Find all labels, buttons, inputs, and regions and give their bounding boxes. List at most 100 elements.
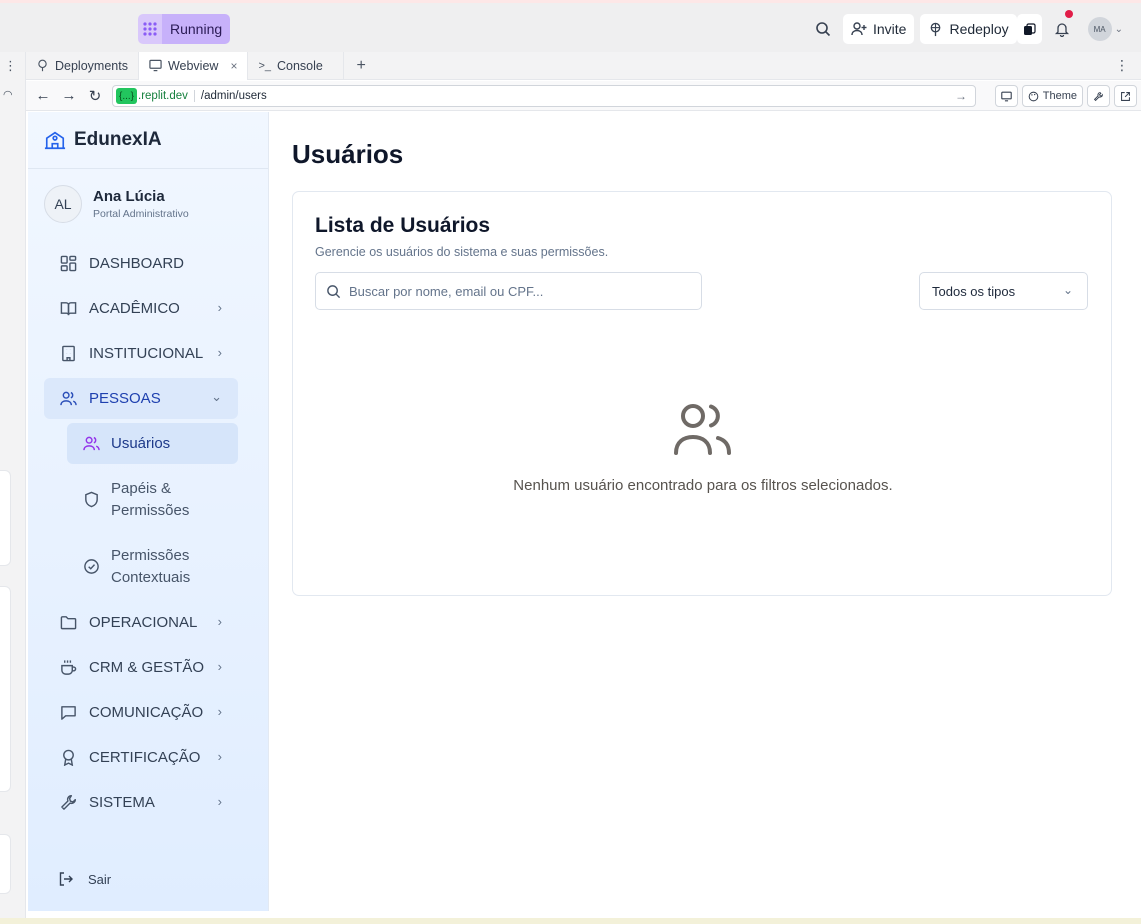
url-field[interactable]: {...} .replit.dev /admin/users →: [112, 85, 976, 107]
bottom-bar: [0, 918, 1141, 924]
panel-card: [0, 586, 11, 792]
close-icon[interactable]: ×: [230, 59, 237, 73]
more-vertical-icon[interactable]: ⋮: [4, 58, 17, 74]
sidebar-item-label: INSTITUCIONAL: [89, 345, 204, 362]
tab-label: Console: [277, 58, 323, 73]
sidebar-item-label: Usuários: [111, 434, 171, 452]
select-value: Todos os tipos: [932, 283, 1016, 299]
external-link-icon: [1121, 91, 1130, 101]
account-menu[interactable]: MA ⌄: [1082, 14, 1129, 44]
award-icon: [59, 749, 77, 767]
top-app-bar: Running Invite Redeploy MA ⌄: [0, 0, 1141, 52]
arrow-right-icon[interactable]: →: [955, 89, 967, 103]
logout-label: Sair: [88, 871, 112, 887]
search-box: [315, 272, 702, 310]
panel-card: [0, 834, 11, 894]
monitor-icon: [1000, 91, 1012, 101]
page-title: Usuários: [292, 139, 404, 169]
search-button[interactable]: [809, 14, 837, 44]
search-input[interactable]: [349, 283, 679, 299]
tab-console[interactable]: >_ Console: [248, 51, 345, 80]
deploy-icon: [38, 59, 47, 72]
open-new-tab-button[interactable]: [1114, 85, 1137, 107]
sidebar-item-institucional[interactable]: INSTITUCIONAL ›: [44, 333, 238, 374]
user-plus-icon: [851, 22, 867, 36]
reload-icon[interactable]: ↻: [82, 87, 108, 105]
logout-icon: [59, 872, 73, 886]
tab-webview[interactable]: Webview ×: [138, 51, 249, 80]
theme-button[interactable]: Theme: [1021, 85, 1083, 107]
theme-label: Theme: [1042, 90, 1077, 102]
chevron-right-icon: ›: [217, 704, 222, 719]
book-icon: [59, 300, 77, 318]
sidebar-item-label: Permissões Contextuais: [111, 546, 191, 586]
chevron-down-icon: ⌄: [1062, 283, 1073, 297]
gauge-icon[interactable]: ◠: [3, 88, 13, 101]
sidebar-item-dashboard[interactable]: DASHBOARD: [44, 243, 238, 284]
main-content: Usuários Lista de Usuários Gerencie os u…: [270, 112, 1135, 911]
sidebar-item-comunicacao[interactable]: COMUNICAÇÃO ›: [44, 692, 238, 733]
sidebar-item-label: COMUNICAÇÃO: [89, 704, 204, 721]
terminal-icon: >_: [258, 59, 271, 72]
empty-message: Nenhum usuário encontrado para os filtro…: [513, 477, 893, 494]
sidebar-item-certificacao[interactable]: CERTIFICAÇÃO ›: [44, 737, 238, 778]
chevron-right-icon: ›: [217, 659, 222, 674]
back-icon[interactable]: ←: [30, 87, 56, 104]
users-icon: [82, 435, 100, 453]
sidebar-item-academico[interactable]: ACADÊMICO ›: [44, 288, 238, 329]
sidebar-item-label: SISTEMA: [89, 794, 155, 811]
sidebar-item-usuarios[interactable]: Usuários: [67, 423, 238, 464]
users-card: Lista de Usuários Gerencie os usuários d…: [292, 191, 1112, 596]
grid-icon: [59, 255, 77, 273]
logout-button[interactable]: Sair: [58, 871, 111, 887]
empty-state: Nenhum usuário encontrado para os filtro…: [293, 401, 1113, 494]
tab-deployments[interactable]: Deployments: [26, 51, 139, 80]
chevron-right-icon: ›: [217, 749, 222, 764]
forward-icon[interactable]: →: [56, 87, 82, 104]
redeploy-button[interactable]: Redeploy: [920, 14, 1017, 44]
deploy-menu-button[interactable]: [1016, 14, 1042, 44]
deploy-icon: [931, 22, 941, 36]
url-path: /admin/users: [200, 90, 267, 102]
device-preview-button[interactable]: [994, 85, 1018, 107]
sidebar-item-label: CRM & GESTÃO: [89, 659, 205, 676]
users-icon: [674, 404, 731, 455]
message-icon: [59, 704, 77, 722]
devtools-button[interactable]: [1087, 85, 1110, 107]
run-status[interactable]: Running: [138, 14, 231, 44]
address-bar: ← → ↻ {...} .replit.dev /admin/users → T…: [26, 81, 1141, 111]
sidebar-item-label: CERTIFICAÇÃO: [89, 749, 201, 766]
coffee-icon: [59, 659, 77, 677]
sidebar-item-label: Papéis & Permissões: [111, 479, 190, 519]
sidebar-item-crm-gestao[interactable]: CRM & GESTÃO ›: [44, 647, 238, 688]
user-role: Portal Administrativo: [93, 208, 189, 220]
monitor-icon: [149, 59, 162, 72]
add-tab-button[interactable]: +: [344, 57, 377, 75]
sidebar-item-sistema[interactable]: SISTEMA ›: [44, 782, 238, 823]
brand[interactable]: EdunexIA: [28, 112, 268, 169]
sidebar-item-permissoes-contextuais[interactable]: Permissões Contextuais: [67, 535, 238, 598]
sidebar-item-operacional[interactable]: OPERACIONAL ›: [44, 602, 238, 643]
users-icon: [59, 390, 77, 408]
sidebar-item-pessoas[interactable]: PESSOAS ⌄: [44, 378, 238, 419]
tab-bar: Deployments Webview × >_ Console + ⋮: [26, 51, 1141, 80]
panel-card: [0, 470, 11, 566]
check-circle-icon: [82, 558, 100, 576]
chevron-right-icon: ›: [217, 614, 222, 629]
more-vertical-icon[interactable]: ⋮: [1115, 57, 1129, 74]
user-type-select[interactable]: Todos os tipos ⌄: [919, 272, 1088, 310]
run-status-label: Running: [162, 14, 231, 44]
sidebar-nav: DASHBOARD ACADÊMICO › INSTITUCIONAL › PE…: [44, 243, 238, 827]
invite-button[interactable]: Invite: [842, 14, 915, 44]
building-icon: [59, 345, 77, 363]
wrench-icon: [1093, 91, 1104, 101]
card-title: Lista de Usuários: [315, 214, 491, 237]
notifications-button[interactable]: [1048, 10, 1076, 44]
school-icon: [44, 131, 66, 150]
sidebar-item-label: DASHBOARD: [89, 255, 185, 272]
tab-label: Deployments: [55, 58, 128, 73]
bell-icon: [1054, 23, 1069, 37]
user-profile[interactable]: AL Ana Lúcia Portal Administrativo: [28, 169, 268, 239]
chevron-right-icon: ›: [217, 794, 222, 809]
sidebar-item-papeis-permissoes[interactable]: Papéis & Permissões: [67, 468, 238, 531]
